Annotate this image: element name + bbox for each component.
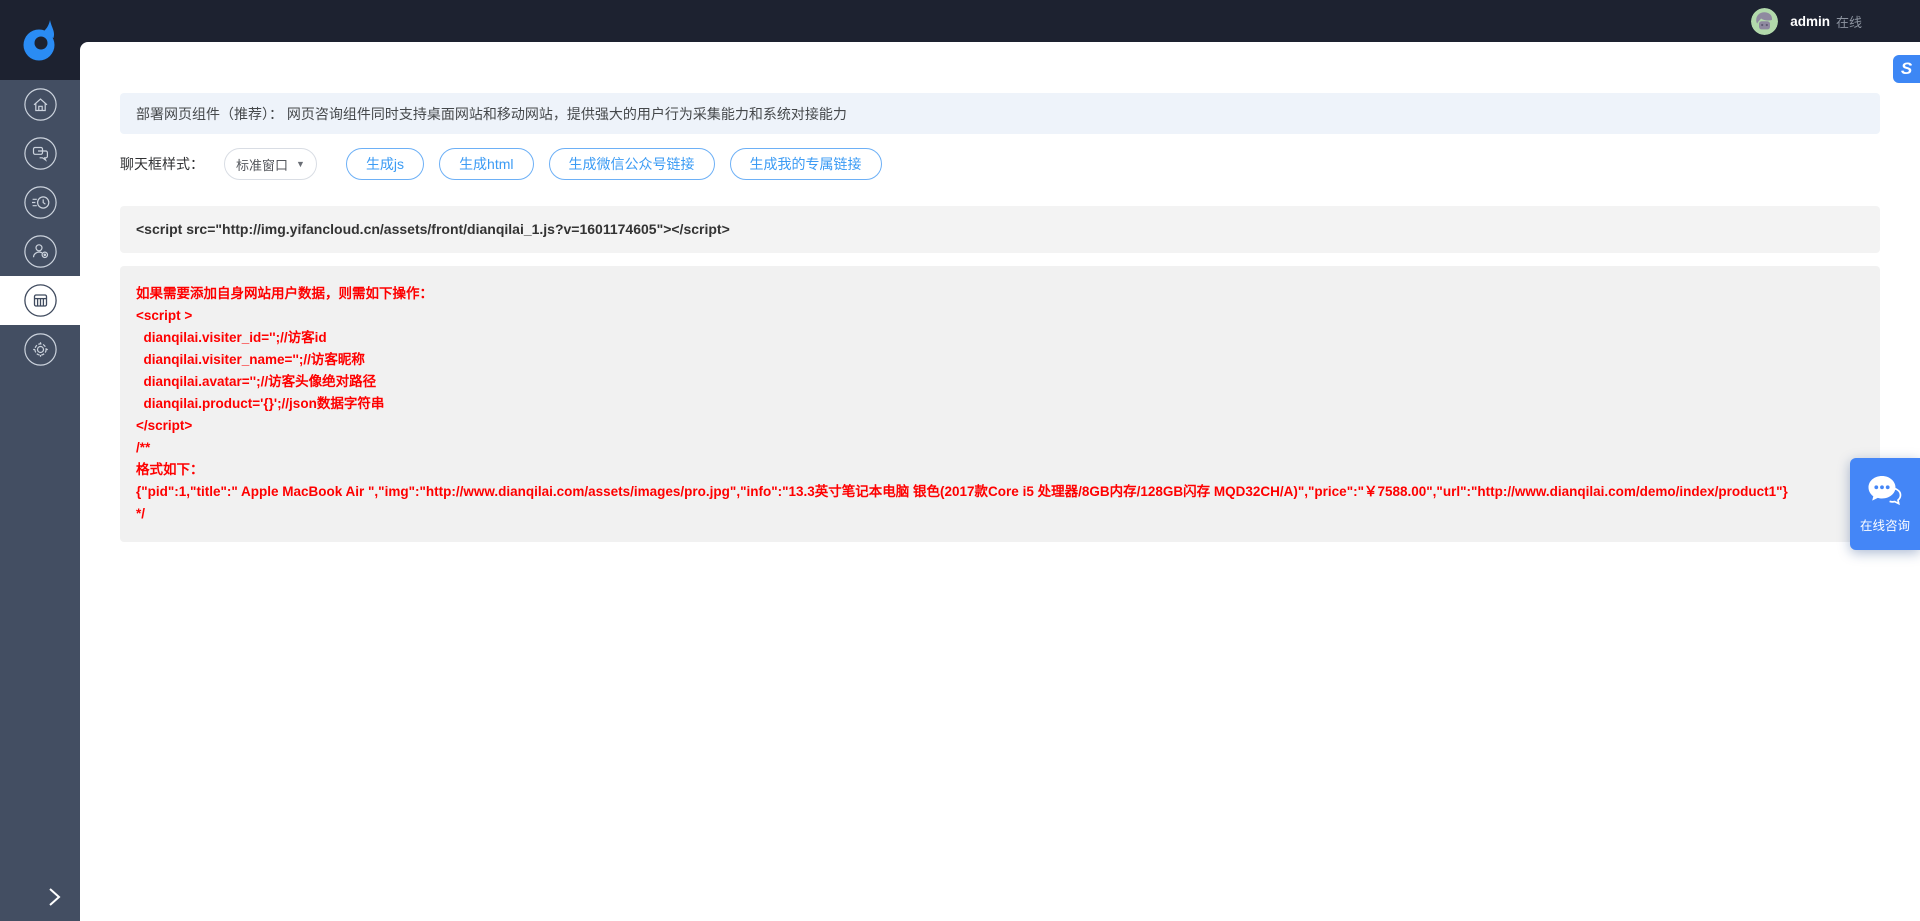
user-status: 在线 bbox=[1836, 12, 1862, 31]
settings-gear-icon bbox=[24, 333, 57, 366]
generate-js-button[interactable]: 生成js bbox=[346, 148, 424, 180]
code-line: dianqilai.avatar='';//访客头像绝对路径 bbox=[136, 371, 1864, 393]
code-line: dianqilai.visiter_name='';//访客昵称 bbox=[136, 349, 1864, 371]
user-avatar[interactable] bbox=[1751, 8, 1778, 35]
chevron-down-icon: ▼ bbox=[296, 159, 305, 169]
username: admin bbox=[1790, 14, 1830, 29]
code-line: /** bbox=[136, 437, 1864, 459]
sidebar bbox=[0, 80, 80, 921]
sidebar-item-visitors[interactable] bbox=[0, 227, 80, 276]
chevron-right-icon bbox=[48, 887, 61, 907]
widget-label: 在线咨询 bbox=[1860, 515, 1910, 534]
banner-text: 部署网页组件（推荐）： 网页咨询组件同时支持桌面网站和移动网站，提供强大的用户行… bbox=[136, 104, 847, 124]
chat-style-toolbar: 聊天框样式： 标准窗口 ▼ 生成js 生成html 生成微信公众号链接 生成我的… bbox=[120, 148, 1880, 180]
main-panel: 部署网页组件（推荐）： 网页咨询组件同时支持桌面网站和移动网站，提供强大的用户行… bbox=[80, 42, 1920, 921]
code-line: </script> bbox=[136, 415, 1864, 437]
embed-code-block: <script src="http://img.yifancloud.cn/as… bbox=[120, 206, 1880, 253]
sidebar-item-deploy[interactable] bbox=[0, 276, 80, 325]
code-line: {"pid":1,"title":" Apple MacBook Air ","… bbox=[136, 481, 1864, 503]
sidebar-item-home[interactable] bbox=[0, 80, 80, 129]
brand-droplet-logo-icon bbox=[21, 17, 59, 63]
code-line: dianqilai.product='{}';//json数据字符串 bbox=[136, 393, 1864, 415]
browser-extension-badge[interactable]: S bbox=[1893, 55, 1920, 83]
chat-bubble-icon bbox=[1866, 474, 1904, 508]
chat-icon bbox=[24, 137, 57, 170]
avatar-icon bbox=[1751, 8, 1778, 35]
sidebar-collapse-toggle[interactable] bbox=[40, 883, 68, 911]
online-consult-widget[interactable]: 在线咨询 bbox=[1850, 458, 1920, 550]
sidebar-item-history[interactable] bbox=[0, 178, 80, 227]
generate-html-button[interactable]: 生成html bbox=[439, 148, 533, 180]
brand-logo[interactable] bbox=[0, 0, 80, 80]
generate-exclusive-link-button[interactable]: 生成我的专属链接 bbox=[730, 148, 882, 180]
chat-style-dropdown[interactable]: 标准窗口 ▼ bbox=[224, 148, 317, 180]
deploy-info-banner: 部署网页组件（推荐）： 网页咨询组件同时支持桌面网站和移动网站，提供强大的用户行… bbox=[120, 93, 1880, 134]
extension-s-icon: S bbox=[1901, 59, 1912, 79]
topbar: admin 在线 bbox=[0, 0, 1920, 42]
code-line: 格式如下： bbox=[136, 459, 1864, 481]
code-line: */ bbox=[136, 503, 1864, 525]
code-line: dianqilai.visiter_id='';//访客id bbox=[136, 327, 1864, 349]
history-icon bbox=[24, 186, 57, 219]
home-icon bbox=[24, 88, 57, 121]
generate-wechat-link-button[interactable]: 生成微信公众号链接 bbox=[549, 148, 715, 180]
user-settings-icon bbox=[24, 235, 57, 268]
sidebar-item-settings[interactable] bbox=[0, 325, 80, 374]
deploy-grid-icon bbox=[24, 284, 57, 317]
instructions-code-block: 如果需要添加自身网站用户数据，则需如下操作： <script > dianqil… bbox=[120, 266, 1880, 542]
user-menu[interactable]: admin 在线 bbox=[1751, 0, 1862, 42]
code-line: <script > bbox=[136, 305, 1864, 327]
chat-style-label: 聊天框样式： bbox=[120, 154, 204, 174]
code-line: 如果需要添加自身网站用户数据，则需如下操作： bbox=[136, 283, 1864, 305]
chat-style-dropdown-value: 标准窗口 bbox=[236, 155, 288, 174]
sidebar-item-chat[interactable] bbox=[0, 129, 80, 178]
